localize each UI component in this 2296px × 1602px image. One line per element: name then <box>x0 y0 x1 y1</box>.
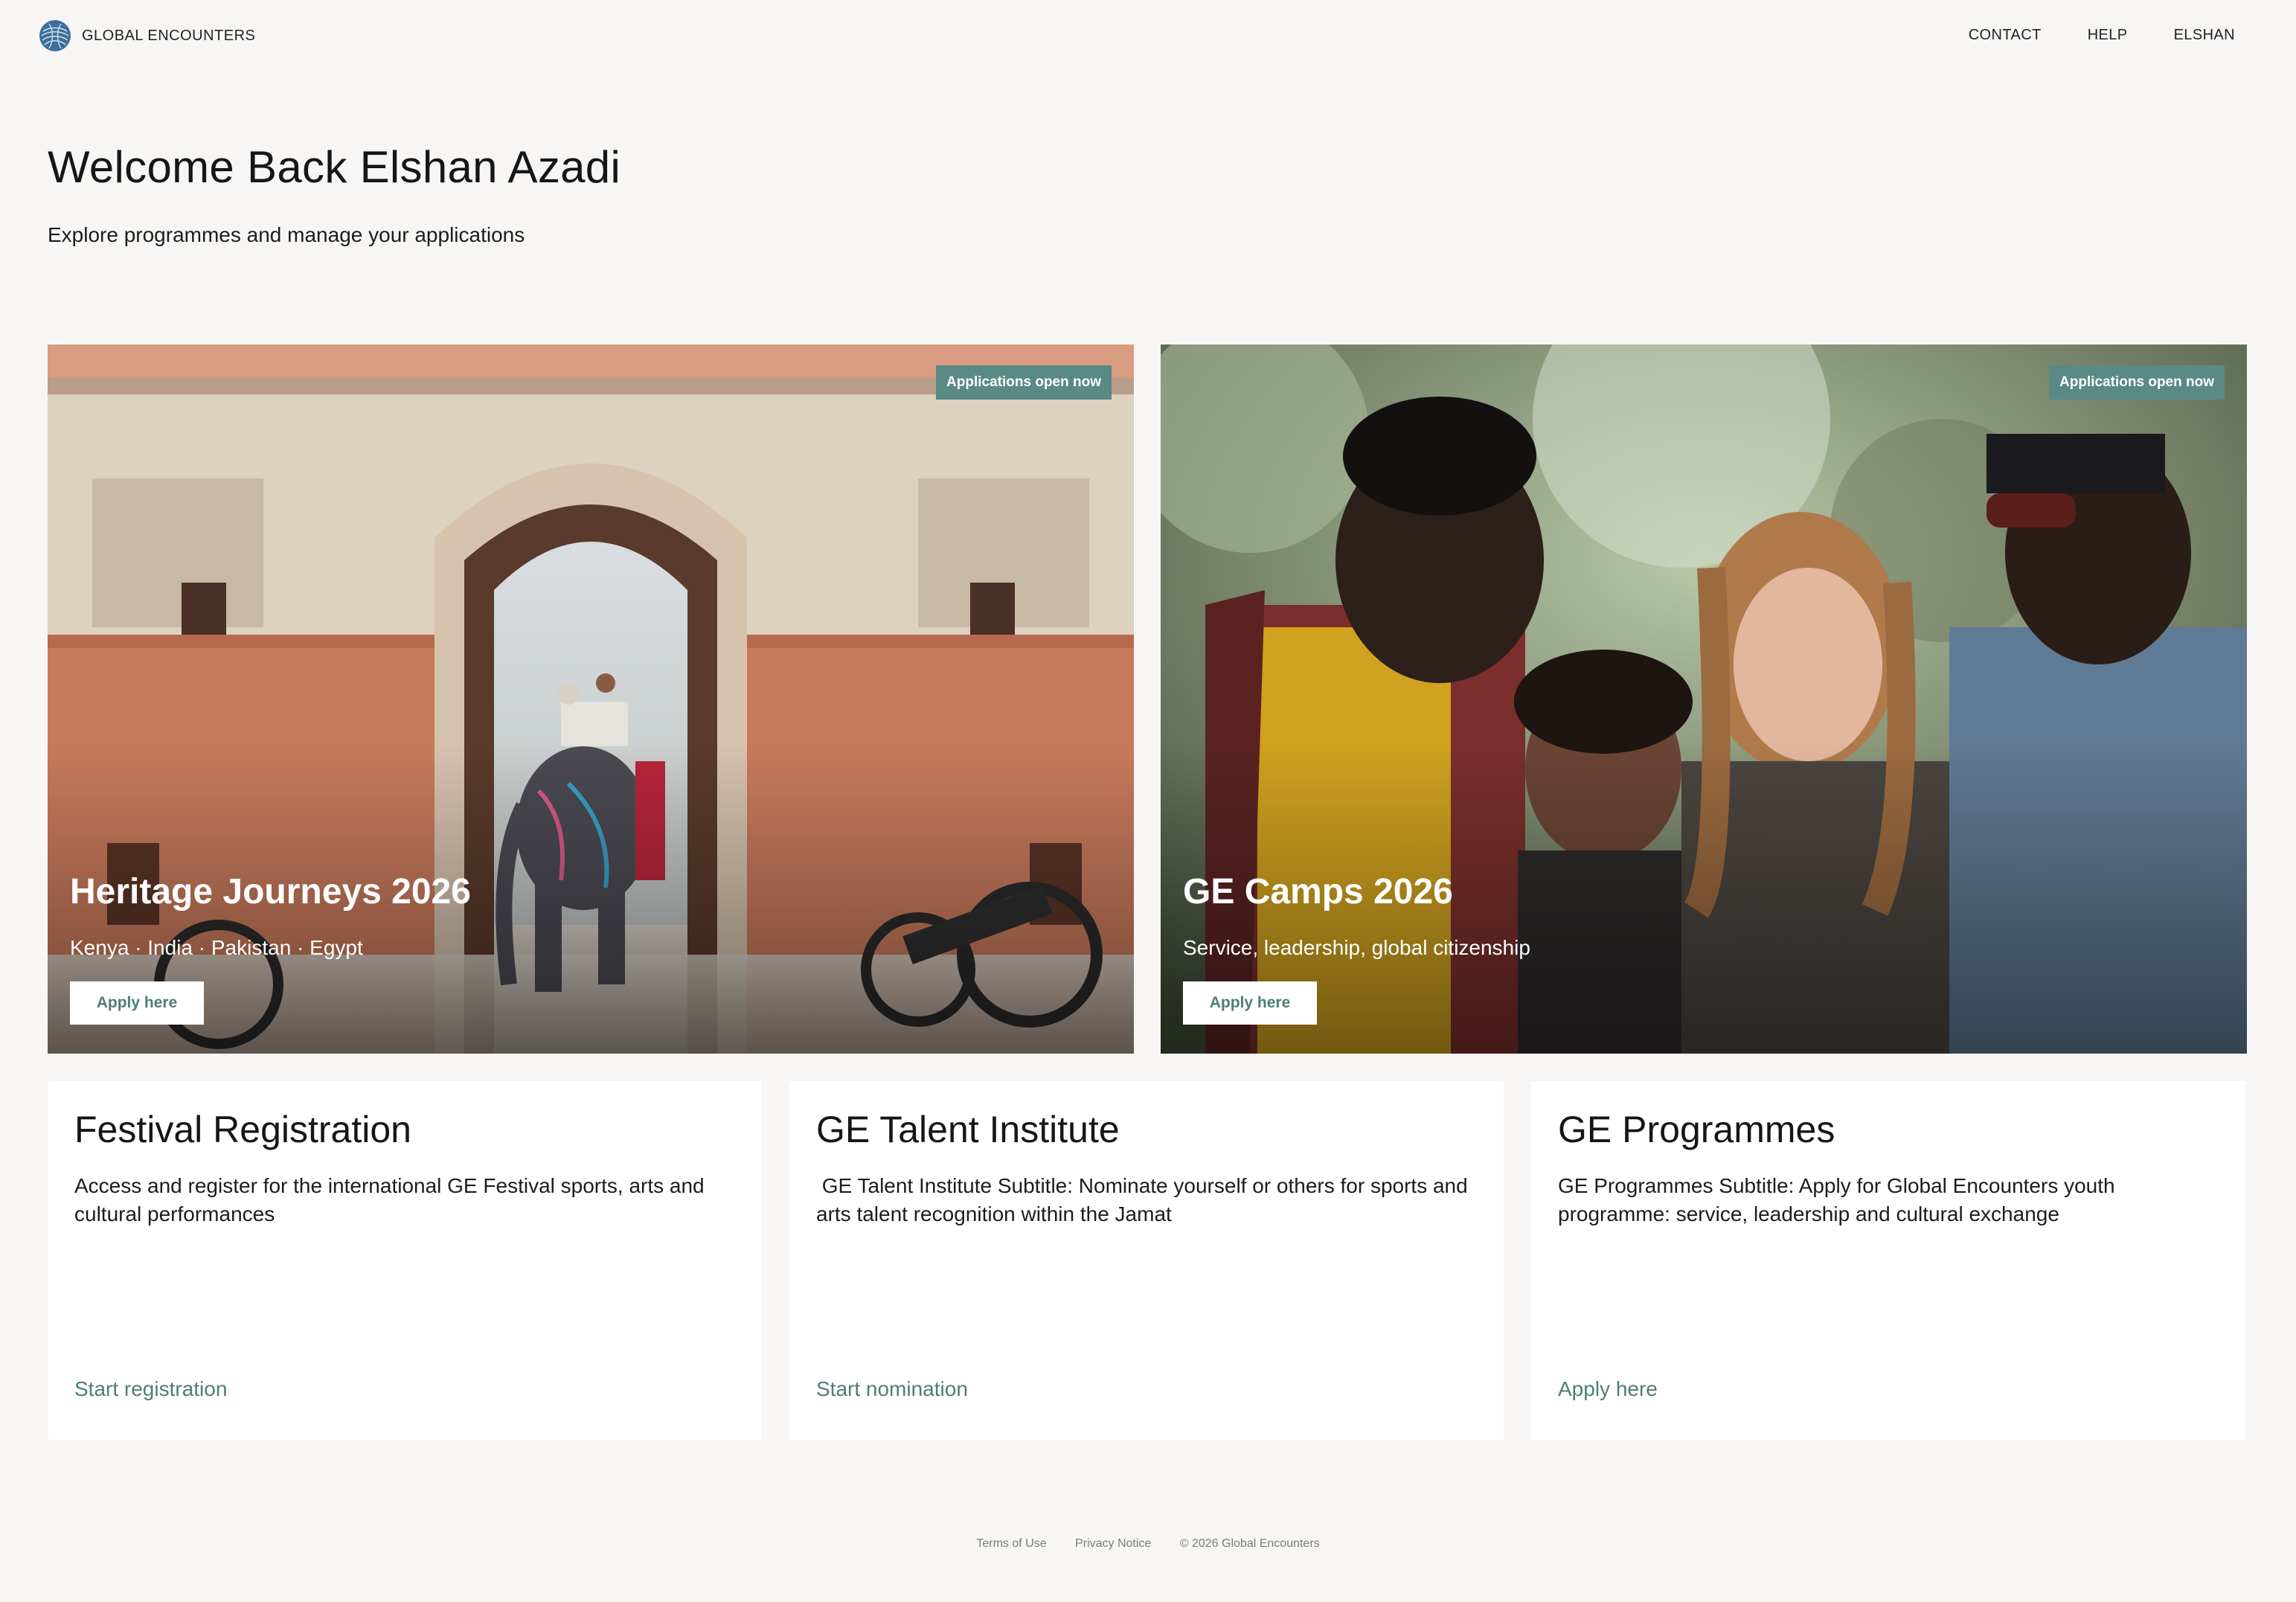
ge-programmes-card: GE Programmes GE Programmes Subtitle: Ap… <box>1531 1081 2245 1440</box>
page-title: Welcome Back Elshan Azadi <box>48 142 621 192</box>
nav-contact-link[interactable]: CONTACT <box>1969 27 2042 44</box>
start-registration-link[interactable]: Start registration <box>74 1377 227 1401</box>
status-badge: Applications open now <box>2049 365 2225 400</box>
talent-institute-card: GE Talent Institute GE Talent Institute … <box>789 1081 1504 1440</box>
card-description: GE Talent Institute Subtitle: Nominate y… <box>816 1174 1474 1225</box>
hero-card-heritage-journeys[interactable]: Applications open now Heritage Journeys … <box>48 345 1134 1054</box>
card-description: GE Programmes Subtitle: Apply for Global… <box>1558 1174 2115 1225</box>
card-title: Festival Registration <box>74 1109 411 1150</box>
terms-of-use-link[interactable]: Terms of Use <box>976 1537 1046 1550</box>
brand[interactable]: GLOBAL ENCOUNTERS <box>39 19 255 52</box>
nav-help-link[interactable]: HELP <box>2088 27 2128 44</box>
hero-subtitle: Service, leadership, global citizenship <box>1183 936 1530 959</box>
status-badge: Applications open now <box>936 365 1112 400</box>
hero-title: GE Camps 2026 <box>1183 872 1453 911</box>
main-nav: CONTACT HELP ELSHAN <box>1923 27 2235 44</box>
festival-registration-card: Festival Registration Access and registe… <box>48 1081 762 1440</box>
nav-user-menu[interactable]: ELSHAN <box>2174 27 2235 44</box>
card-title: GE Programmes <box>1558 1109 1835 1150</box>
card-description: Access and register for the internationa… <box>74 1174 705 1225</box>
hero-title: Heritage Journeys 2026 <box>70 872 471 911</box>
globe-fingerprint-icon <box>39 20 71 51</box>
apply-button[interactable]: Apply here <box>1183 981 1317 1025</box>
hero-card-ge-camps[interactable]: Applications open now GE Camps 2026 Serv… <box>1161 345 2247 1054</box>
brand-name: GLOBAL ENCOUNTERS <box>82 27 256 44</box>
footer: Terms of Use Privacy Notice © 2026 Globa… <box>0 1537 2296 1551</box>
page-subtitle: Explore programmes and manage your appli… <box>48 223 525 246</box>
hero-subtitle: Kenya · India · Pakistan · Egypt <box>70 936 363 959</box>
top-bar: GLOBAL ENCOUNTERS CONTACT HELP ELSHAN <box>0 0 2296 71</box>
privacy-notice-link[interactable]: Privacy Notice <box>1075 1537 1151 1550</box>
start-nomination-link[interactable]: Start nomination <box>816 1377 968 1401</box>
apply-button[interactable]: Apply here <box>70 981 204 1025</box>
card-title: GE Talent Institute <box>816 1109 1120 1150</box>
apply-here-link[interactable]: Apply here <box>1558 1377 1658 1401</box>
copyright-text: © 2026 Global Encounters <box>1179 1537 1320 1550</box>
